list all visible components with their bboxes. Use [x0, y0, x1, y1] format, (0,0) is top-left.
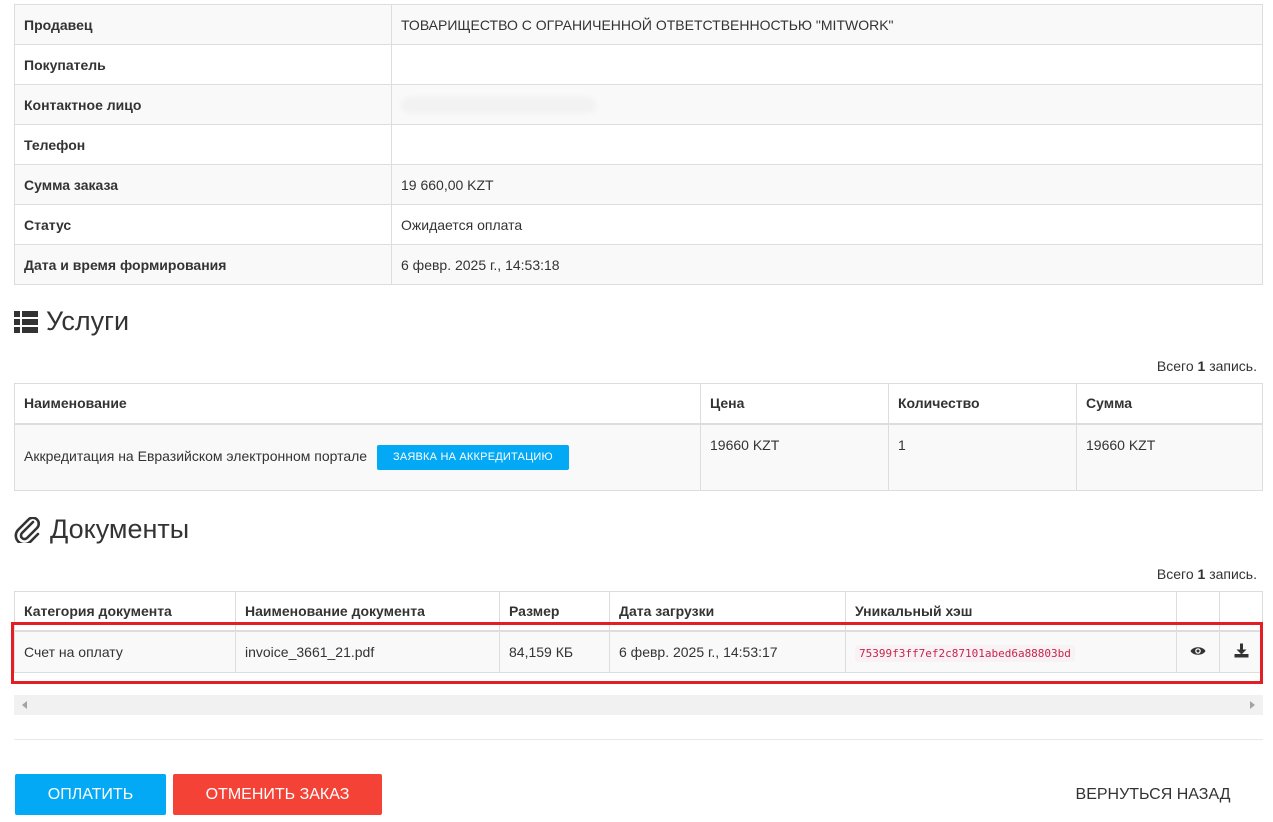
total-suffix: запись.	[1205, 566, 1257, 582]
scroll-left-icon[interactable]	[22, 701, 27, 709]
documents-title: Документы	[50, 514, 190, 544]
documents-heading: Документы	[14, 514, 189, 545]
info-row-status: Статус Ожидается оплата	[14, 204, 1263, 245]
info-value: Ожидается оплата	[391, 204, 1263, 245]
download-button[interactable]	[1219, 630, 1263, 673]
services-heading: Услуги	[14, 306, 129, 337]
col-header-name: Наименование	[14, 383, 701, 425]
eye-icon	[1190, 644, 1206, 660]
accreditation-request-button[interactable]: ЗАЯВКА НА АККРЕДИТАЦИЮ	[377, 444, 569, 470]
col-header-category: Категория документа	[14, 591, 236, 632]
paperclip-icon	[14, 516, 42, 543]
col-header-sum: Сумма	[1076, 383, 1263, 425]
table-row: Счет на оплату invoice_3661_21.pdf 84,15…	[14, 630, 1263, 673]
info-value: 19 660,00 KZT	[391, 164, 1263, 205]
documents-total: Всего 1 запись.	[1157, 566, 1257, 582]
info-value: 6 февр. 2025 г., 14:53:18	[391, 244, 1263, 285]
go-back-button[interactable]: ВЕРНУТЬСЯ НАЗАД	[1058, 774, 1248, 815]
info-value	[391, 84, 1263, 125]
info-label: Контактное лицо	[14, 84, 392, 125]
doc-hash-cell: 75399f3ff7ef2c87101abed6a88803bd	[845, 630, 1177, 673]
list-icon	[14, 310, 38, 333]
col-header-view	[1176, 591, 1220, 632]
table-row: Аккредитация на Евразийском электронном …	[14, 423, 1263, 491]
redacted-value	[401, 97, 596, 114]
scroll-right-icon[interactable]	[1250, 701, 1255, 709]
info-row-created: Дата и время формирования 6 февр. 2025 г…	[14, 244, 1263, 285]
services-total: Всего 1 запись.	[1157, 358, 1257, 374]
col-header-upload-date: Дата загрузки	[609, 591, 846, 632]
info-label: Статус	[14, 204, 392, 245]
info-row-amount: Сумма заказа 19 660,00 KZT	[14, 164, 1263, 205]
doc-name: invoice_3661_21.pdf	[235, 630, 500, 673]
documents-table: Категория документа Наименование докумен…	[14, 591, 1263, 673]
view-button[interactable]	[1176, 630, 1220, 673]
divider	[14, 739, 1263, 740]
info-label: Продавец	[14, 4, 392, 45]
doc-category: Счет на оплату	[14, 630, 236, 673]
info-label: Телефон	[14, 124, 392, 165]
info-value	[391, 124, 1263, 165]
service-price: 19660 KZT	[700, 423, 889, 491]
services-header-row: Наименование Цена Количество Сумма	[14, 383, 1263, 425]
info-label: Сумма заказа	[14, 164, 392, 205]
col-header-download	[1219, 591, 1263, 632]
doc-date: 6 февр. 2025 г., 14:53:17	[609, 630, 846, 673]
pay-button[interactable]: ОПЛАТИТЬ	[15, 774, 166, 815]
info-value: ТОВАРИЩЕСТВО С ОГРАНИЧЕННОЙ ОТВЕТСТВЕННО…	[391, 4, 1263, 45]
total-prefix: Всего	[1156, 358, 1198, 374]
col-header-qty: Количество	[888, 383, 1077, 425]
service-sum: 19660 KZT	[1076, 423, 1263, 491]
service-name: Аккредитация на Евразийском электронном …	[24, 447, 368, 464]
info-row-seller: Продавец ТОВАРИЩЕСТВО С ОГРАНИЧЕННОЙ ОТВ…	[14, 4, 1263, 45]
info-label: Дата и время формирования	[14, 244, 392, 285]
doc-size: 84,159 КБ	[499, 630, 610, 673]
order-info-table: Продавец ТОВАРИЩЕСТВО С ОГРАНИЧЕННОЙ ОТВ…	[14, 4, 1263, 285]
total-prefix: Всего	[1156, 566, 1198, 582]
horizontal-scrollbar[interactable]	[14, 695, 1263, 715]
services-table: Наименование Цена Количество Сумма Аккре…	[14, 383, 1263, 491]
download-icon	[1234, 643, 1249, 661]
col-header-size: Размер	[499, 591, 610, 632]
doc-hash: 75399f3ff7ef2c87101abed6a88803bd	[855, 644, 1075, 662]
service-qty: 1	[888, 423, 1077, 491]
service-name-cell: Аккредитация на Евразийском электронном …	[14, 423, 701, 491]
col-header-hash: Уникальный хэш	[845, 591, 1177, 632]
cancel-order-button[interactable]: ОТМЕНИТЬ ЗАКАЗ	[173, 774, 382, 815]
documents-header-row: Категория документа Наименование докумен…	[14, 591, 1263, 632]
col-header-doc-name: Наименование документа	[235, 591, 500, 632]
info-row-phone: Телефон	[14, 124, 1263, 165]
info-label: Покупатель	[14, 44, 392, 85]
info-row-buyer: Покупатель	[14, 44, 1263, 85]
info-value	[391, 44, 1263, 85]
services-title: Услуги	[46, 306, 130, 336]
info-row-contact: Контактное лицо	[14, 84, 1263, 125]
total-suffix: запись.	[1205, 358, 1257, 374]
col-header-price: Цена	[700, 383, 889, 425]
